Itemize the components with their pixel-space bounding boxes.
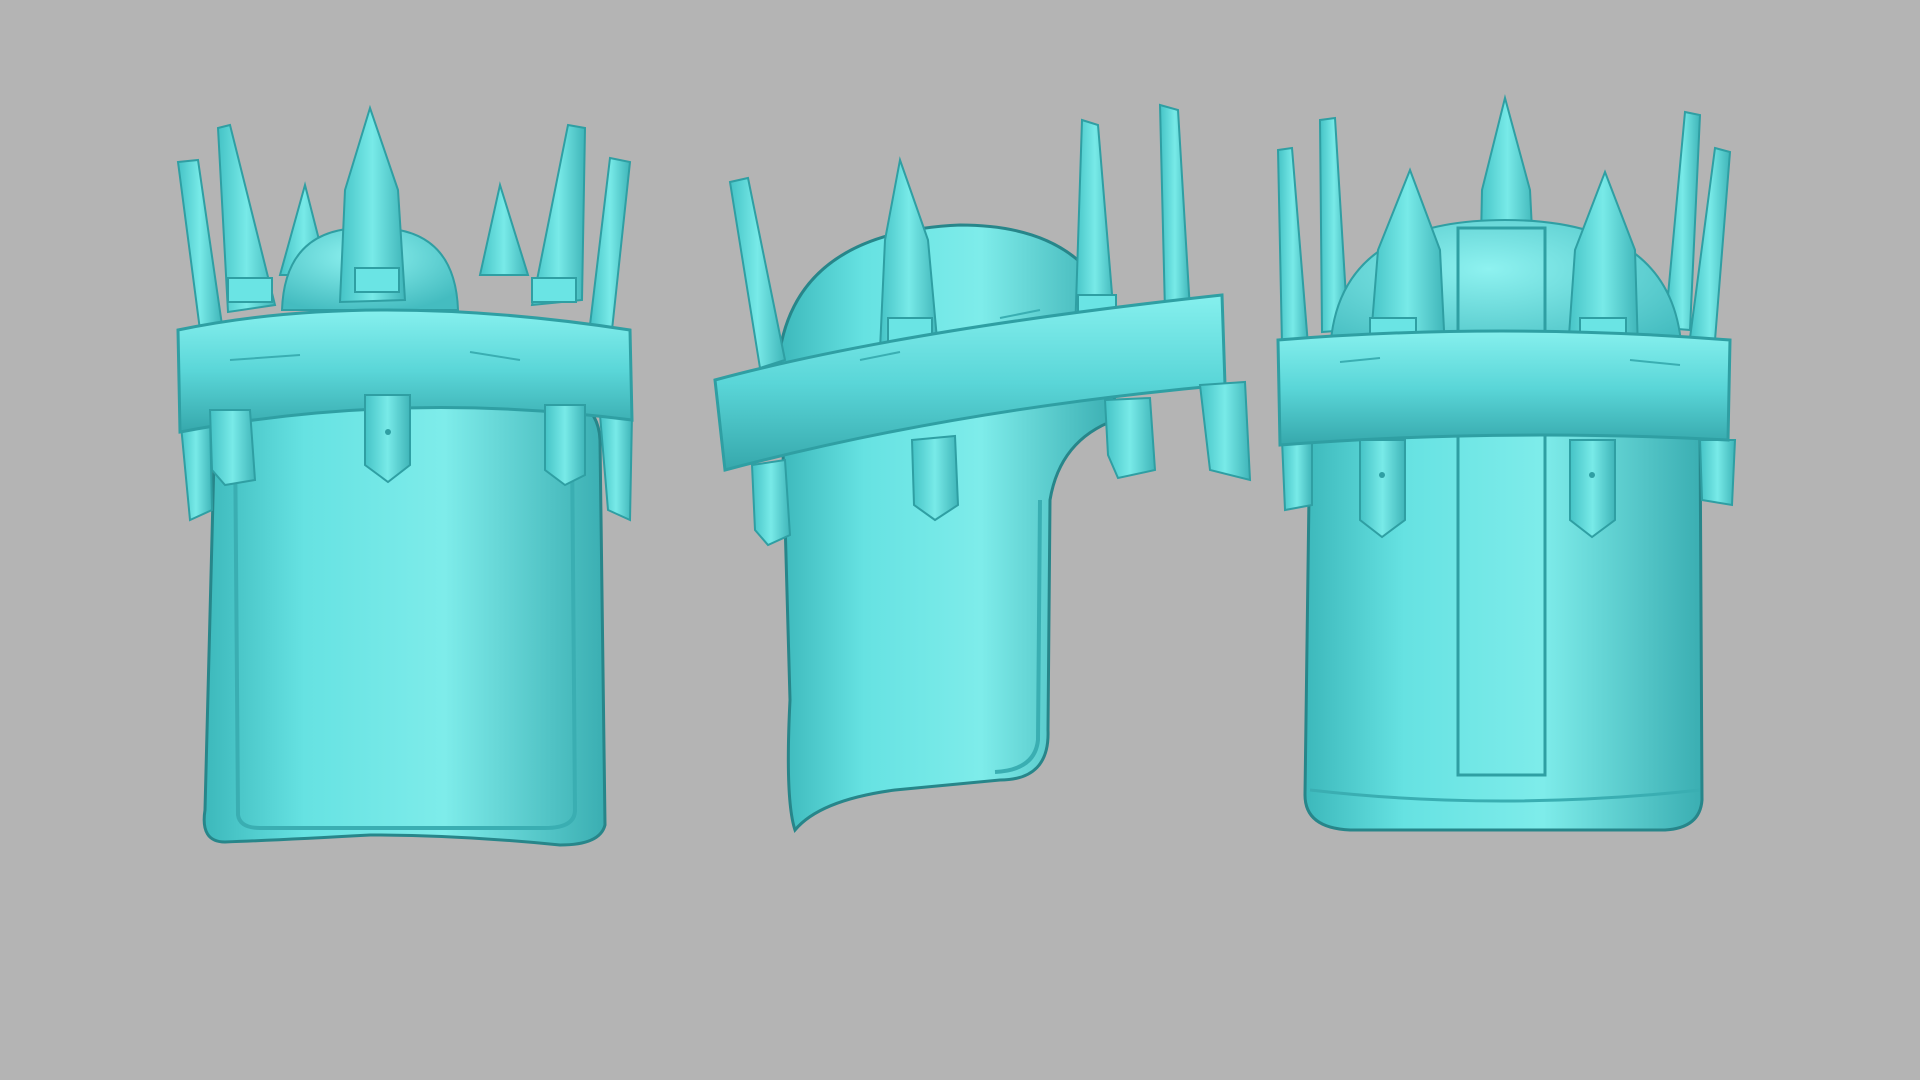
- crown-band: [1276, 329, 1732, 447]
- helmet-side-view: [713, 103, 1252, 834]
- helmet-back-view: [1276, 94, 1737, 832]
- viewport: [0, 0, 1920, 1080]
- crown-spikes-front: [176, 104, 632, 332]
- render-canvas: [176, 94, 1737, 847]
- helmet-front-view: [176, 104, 634, 847]
